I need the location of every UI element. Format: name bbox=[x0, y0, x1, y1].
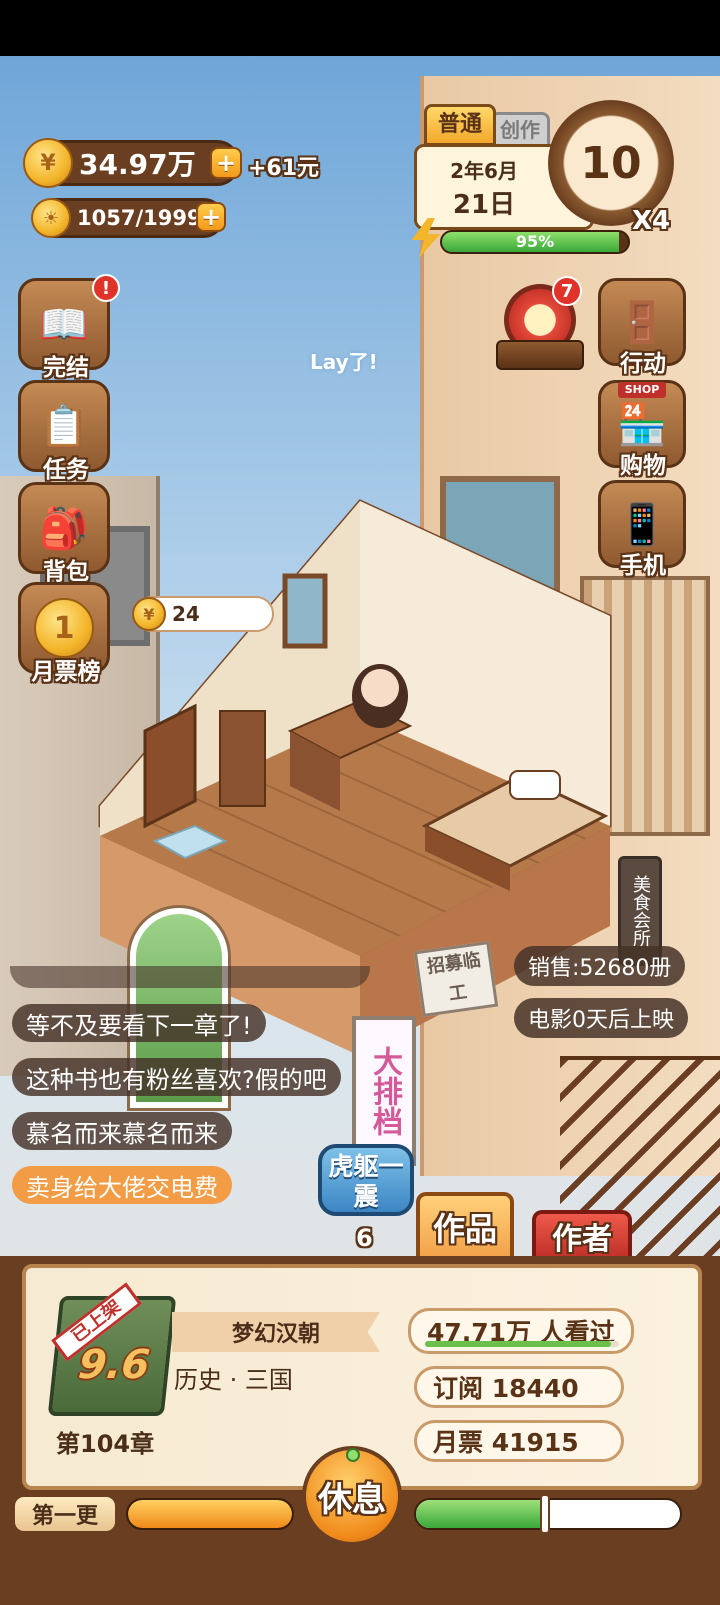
chat-row: 等不及要看下一章了! bbox=[12, 1004, 341, 1058]
left-menu-label: 背包 bbox=[43, 559, 89, 585]
rest-indicator bbox=[346, 1448, 360, 1462]
subscribe-pill: 订阅 18440 bbox=[414, 1366, 624, 1408]
left-menu-item[interactable]: 📖 完结! bbox=[18, 274, 120, 381]
progress-marker bbox=[540, 1494, 550, 1534]
book-genre: 历史 · 三国 bbox=[174, 1366, 293, 1394]
add-inspiration-button[interactable]: + bbox=[196, 202, 226, 232]
room-coin-bubble[interactable]: ¥ 24 bbox=[132, 596, 274, 632]
chat-message: 慕名而来慕名而来 bbox=[12, 1112, 232, 1150]
readers-fill bbox=[425, 1341, 612, 1347]
alert-badge: ! bbox=[92, 274, 120, 302]
sales-tag: 销售:52680册 bbox=[514, 946, 686, 986]
year-month: 2年6月 bbox=[450, 159, 518, 183]
book-cover[interactable]: 已上架 9.6 bbox=[47, 1282, 177, 1416]
shop-sign: SHOP bbox=[618, 382, 666, 398]
add-coins-button[interactable]: + bbox=[210, 147, 242, 179]
lightbulb-icon: ☀ bbox=[31, 198, 71, 238]
chat-row: 这种书也有粉丝喜欢?假的吧 bbox=[12, 1058, 341, 1112]
tab-create[interactable]: 创作 bbox=[490, 112, 550, 148]
room-coin-value: 24 bbox=[172, 602, 200, 626]
chat-row: 慕名而来慕名而来 bbox=[12, 1112, 341, 1166]
book-title: 梦幻汉朝 bbox=[172, 1312, 380, 1352]
right-menu-item[interactable]: 📱 手机 bbox=[598, 480, 688, 579]
inspiration-value: 1057/1999 bbox=[77, 206, 202, 230]
float-text: Lay了! bbox=[310, 350, 378, 374]
speed-multiplier[interactable]: X4 bbox=[632, 206, 670, 236]
right-menu-label: 手机 bbox=[620, 553, 666, 579]
right-menu-label: 行动 bbox=[620, 351, 666, 377]
recruit-sign: 招募临工 bbox=[413, 941, 499, 1017]
coins-value: 34.97万 bbox=[79, 148, 196, 181]
update-button[interactable]: 第一更 bbox=[12, 1494, 118, 1534]
movie-tag: 电影0天后上映 bbox=[514, 998, 688, 1038]
left-menu-item[interactable]: 🎒 背包 bbox=[18, 482, 114, 585]
tab-author-label: 作者 bbox=[552, 1222, 612, 1257]
chat-row: 卖身给大佬交电费 bbox=[12, 1166, 341, 1220]
left-menu-item[interactable]: 📋 任务 bbox=[18, 380, 114, 483]
tab-works[interactable]: 作品 bbox=[416, 1192, 514, 1258]
chat-message: 等不及要看下一章了! bbox=[12, 1004, 266, 1042]
left-menu-label: 月票榜 bbox=[31, 659, 101, 685]
right-menu-item[interactable]: 🚪 行动 bbox=[598, 278, 688, 377]
chat-list: 等不及要看下一章了! 这种书也有粉丝喜欢?假的吧 慕名而来慕名而来 卖身给大佬交电费 bbox=[12, 1004, 341, 1220]
coin-icon: ¥ bbox=[132, 597, 166, 631]
readers-pill: 47.71万 人看过 bbox=[408, 1308, 634, 1354]
book-score: 9.6 bbox=[76, 1342, 152, 1388]
wheel-badge: 7 bbox=[552, 276, 582, 306]
tab-normal[interactable]: 普通 bbox=[424, 104, 496, 146]
timer-value: 10 bbox=[580, 137, 642, 189]
income-text: +61元 bbox=[248, 156, 320, 181]
energy-percent: 95% bbox=[515, 232, 555, 251]
medal-number: 1 bbox=[34, 598, 94, 658]
chapter-label: 第104章 bbox=[56, 1430, 155, 1458]
day: 21日 bbox=[452, 190, 516, 220]
boost-button[interactable]: 虎躯一震 bbox=[318, 1144, 414, 1216]
chat-message: 这种书也有粉丝喜欢?假的吧 bbox=[12, 1058, 341, 1096]
left-menu-label: 完结 bbox=[43, 355, 89, 381]
right-menu-item[interactable]: 🏪 SHOP 购物 bbox=[598, 380, 688, 479]
tab-works-label: 作品 bbox=[432, 1210, 497, 1248]
coins-bar: ¥ 34.97万 bbox=[23, 138, 240, 188]
left-progress bbox=[126, 1498, 294, 1530]
monthly-votes-pill: 月票 41915 bbox=[414, 1420, 624, 1462]
lucky-wheel-button[interactable]: 7 bbox=[496, 276, 584, 374]
left-menu-item[interactable]: 1 月票榜 bbox=[18, 582, 114, 685]
left-progress-fill bbox=[128, 1500, 292, 1528]
boost-count: 6 bbox=[356, 1224, 373, 1252]
wheel-base bbox=[496, 340, 584, 370]
right-menu-label: 购物 bbox=[620, 453, 666, 479]
chat-message: 卖身给大佬交电费 bbox=[12, 1166, 232, 1204]
right-progress-fill bbox=[416, 1500, 548, 1528]
chat-overflow bbox=[10, 966, 370, 990]
energy-bar: 95% bbox=[440, 230, 630, 254]
coin-icon: ¥ bbox=[23, 138, 73, 188]
tab-author[interactable]: 作者 bbox=[532, 1210, 632, 1258]
readers-bar bbox=[425, 1341, 619, 1347]
left-menu-label: 任务 bbox=[43, 457, 89, 483]
rest-button-label: 休息 bbox=[318, 1479, 386, 1520]
